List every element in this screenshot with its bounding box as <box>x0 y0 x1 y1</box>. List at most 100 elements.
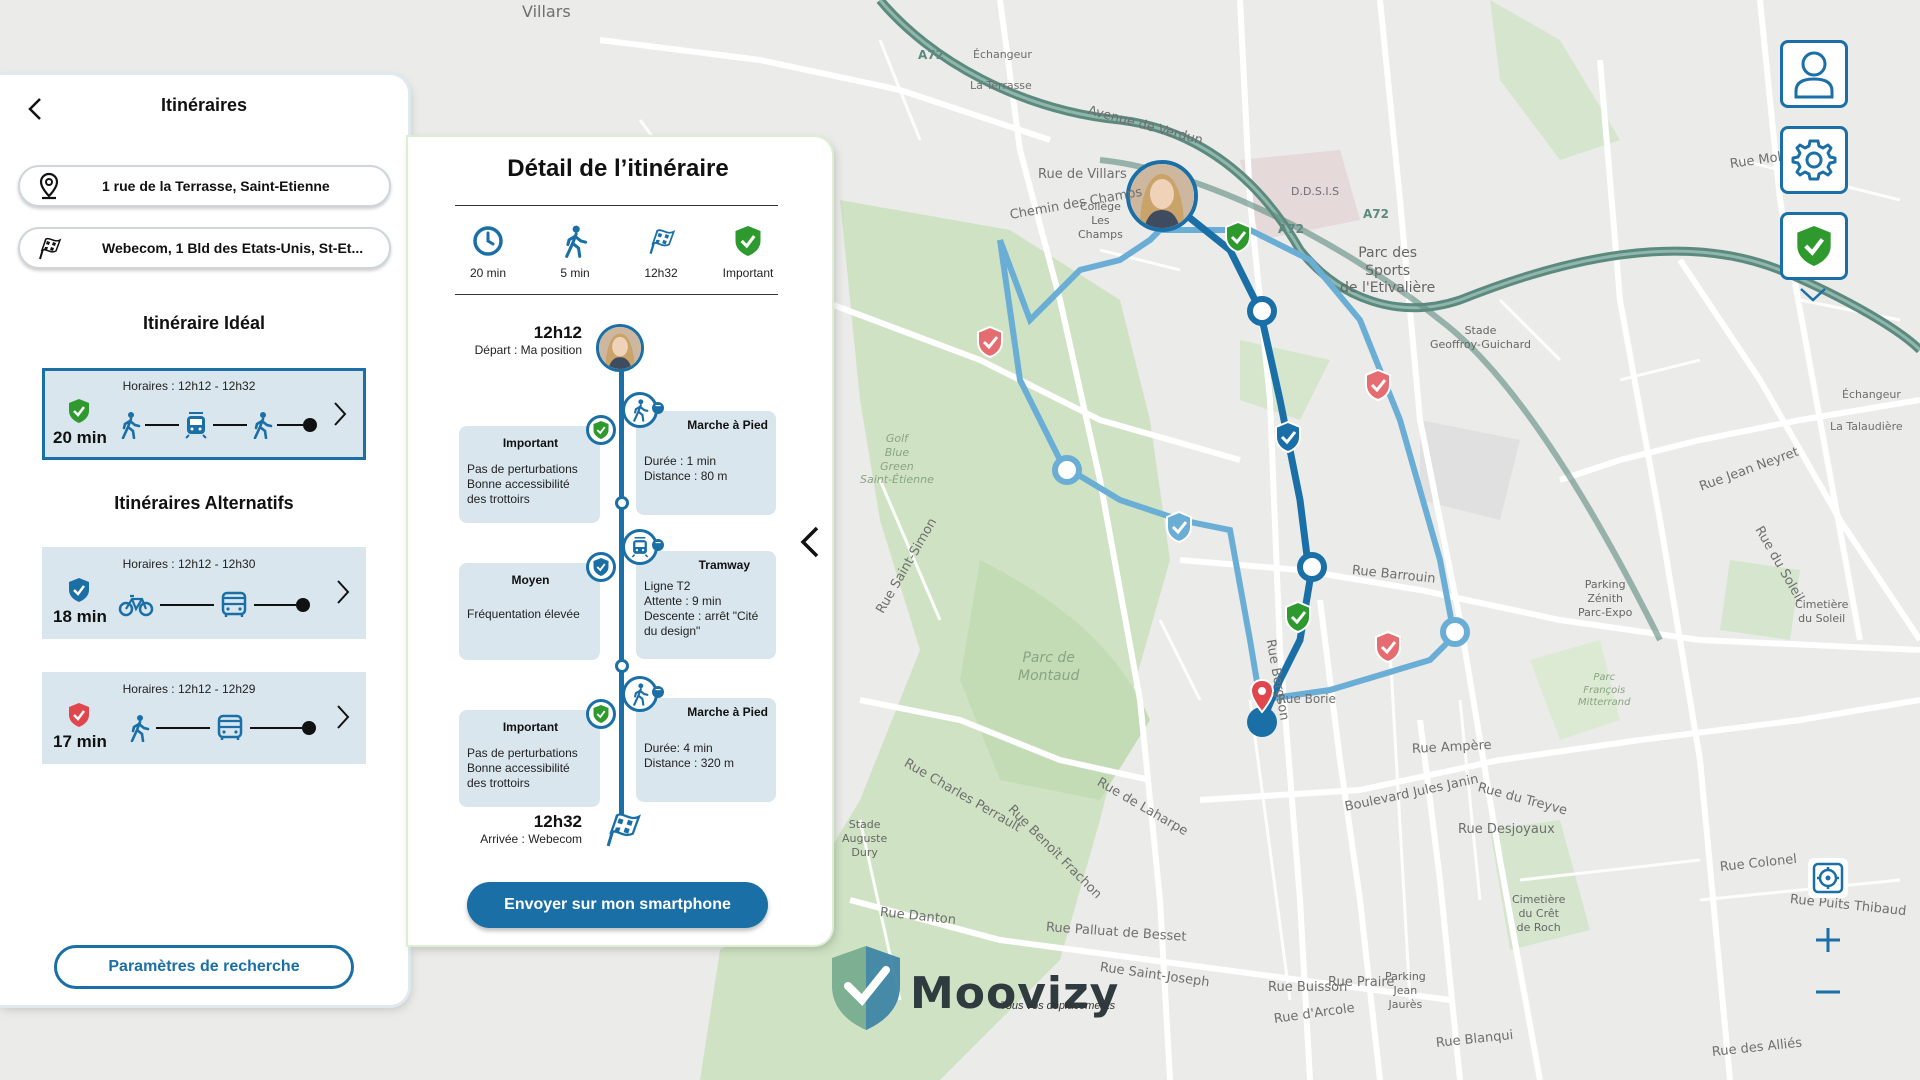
bus-icon <box>221 591 247 617</box>
timeline-node <box>615 659 629 673</box>
tram-icon <box>631 537 649 558</box>
safety-title: Important <box>502 720 559 734</box>
map-shield-danger-icon[interactable] <box>975 325 1005 359</box>
mode-card: Marche à Pied Durée : 1 min Distance : 8… <box>636 411 776 515</box>
collapse-panel-chevron-icon[interactable] <box>795 522 825 562</box>
route-modes <box>128 714 316 742</box>
shield-safe-icon <box>593 705 609 723</box>
summary-label: Important <box>722 266 774 280</box>
route-duration: 20 min <box>53 428 107 447</box>
safety-text: Fréquentation élevée <box>467 607 580 621</box>
route-node[interactable] <box>1297 552 1327 582</box>
map-label-cimetiere-soleil: Cimetière du Soleil <box>1795 598 1849 625</box>
map-label-echangeur: Échangeur <box>973 48 1032 61</box>
map-shield-danger-icon[interactable] <box>1363 368 1393 402</box>
chevron-down-icon[interactable] <box>1798 286 1828 304</box>
shield-safe-icon <box>69 399 89 423</box>
search-params-button[interactable]: Paramètres de recherche <box>54 945 354 989</box>
destination-field[interactable]: Webecom, 1 Bld des Etats-Unis, St-Et... <box>18 227 391 269</box>
end-dot <box>296 598 310 612</box>
end-dot <box>302 721 316 735</box>
gear-icon <box>1791 139 1837 181</box>
mode-card: Tramway Ligne T2 Attente : 9 min Descent… <box>636 551 776 659</box>
start-time: 12h12 <box>533 323 582 342</box>
step-safety-marker <box>586 552 616 582</box>
map-shield-danger-icon[interactable] <box>1373 630 1403 664</box>
recenter-button[interactable] <box>1808 858 1848 898</box>
route-node-alt[interactable] <box>1052 455 1082 485</box>
map-label-a72: A72 <box>1278 222 1304 236</box>
profile-button[interactable] <box>1780 40 1848 108</box>
shield-safe-icon <box>593 421 609 439</box>
minus-badge-icon: − <box>652 402 664 414</box>
safety-filter-button[interactable] <box>1780 212 1848 280</box>
map-label-stade-dury: Stade Auguste Dury <box>842 818 888 859</box>
route-duration: 17 min <box>53 732 107 751</box>
summary-label: 20 min <box>469 266 507 280</box>
map-shield-blue-icon[interactable] <box>1273 420 1303 454</box>
avatar <box>596 324 644 372</box>
send-to-phone-button[interactable]: Envoyer sur mon smartphone <box>467 882 768 928</box>
map-label-parking-jaures: Parking Jean Jaurès <box>1385 970 1426 1011</box>
shield-check-icon <box>1797 226 1831 266</box>
mode-text: Durée: 4 min Distance : 320 m <box>644 741 735 770</box>
checkered-flag-icon <box>34 233 64 263</box>
settings-button[interactable] <box>1780 126 1848 194</box>
map-label-villars: Villars <box>522 2 571 21</box>
timeline-node <box>615 496 629 510</box>
map-label-a72: A72 <box>918 48 944 62</box>
mode-text: Ligne T2 Attente : 9 min Descente : arrê… <box>644 579 759 638</box>
end-dot <box>303 418 317 432</box>
map-shield-safe-icon[interactable] <box>1283 600 1313 634</box>
map-shield-blue-icon[interactable] <box>1164 510 1194 544</box>
map-shield-safe-icon[interactable] <box>1223 220 1253 254</box>
plus-icon <box>1816 928 1840 952</box>
map-label-rue-desjoyaux: Rue Desjoyaux <box>1458 822 1555 837</box>
mode-title: Tramway <box>698 558 750 572</box>
walk-icon <box>633 399 649 422</box>
chevron-right-icon[interactable] <box>331 399 349 429</box>
user-icon <box>1794 51 1834 99</box>
end-label: Arrivée : Webecom <box>480 832 582 846</box>
map-label-parc-montaud: Parc de Montaud <box>1018 650 1080 684</box>
route-card-alt-1[interactable]: Horaires : 12h12 - 12h30 18 min <box>42 547 366 639</box>
minus-badge-icon: − <box>652 686 664 698</box>
map-label-la-talaudiere: La Talaudière <box>1830 420 1903 433</box>
avatar-portrait-icon <box>599 327 641 369</box>
destination-text: Webecom, 1 Bld des Etats-Unis, St-Et... <box>102 240 364 256</box>
route-card-ideal[interactable]: Horaires : 12h12 - 12h32 20 min <box>42 368 366 460</box>
safety-card: Moyen Fréquentation élevée <box>459 563 600 660</box>
step-safety-marker <box>586 415 616 445</box>
summary-label: 12h32 <box>644 266 678 280</box>
chevron-right-icon[interactable] <box>334 702 352 732</box>
map-label-dpsis: D.D.S.I.S <box>1291 185 1340 198</box>
route-detail-panel: Détail de l’itinéraire 20 min 5 min 12h3… <box>408 137 832 945</box>
shield-danger-icon <box>69 703 89 727</box>
map-label-stade-geoffroy: Stade Geoffroy-Guichard <box>1430 324 1531 351</box>
summary-safety: Important <box>703 222 793 280</box>
route-node-alt[interactable] <box>1440 617 1470 647</box>
summary-label: 5 min <box>560 266 590 280</box>
map-label-parc-francois: Parc François Mitterrand <box>1578 672 1631 708</box>
origin-field[interactable]: 1 rue de la Terrasse, Saint-Etienne <box>18 165 391 207</box>
mode-text: Durée : 1 min Distance : 80 m <box>644 454 728 483</box>
zoom-in-button[interactable] <box>1808 920 1848 960</box>
summary-duration: 20 min <box>443 222 533 280</box>
summary-arrival: 12h32 <box>616 222 706 280</box>
walk-icon <box>253 412 273 439</box>
map-label-a72: A72 <box>1363 207 1389 221</box>
walk-icon <box>633 683 649 706</box>
route-node[interactable] <box>1247 296 1277 326</box>
chevron-right-icon[interactable] <box>334 577 352 607</box>
location-pin-icon <box>34 171 64 201</box>
route-card-alt-2[interactable]: Horaires : 12h12 - 12h29 17 min <box>42 672 366 764</box>
clock-icon <box>473 226 503 256</box>
ideal-title: Itinéraire Idéal <box>142 313 266 333</box>
zoom-out-button[interactable] <box>1808 972 1848 1012</box>
map-label-cimetiere-cret: Cimetière du Crêt de Roch <box>1512 893 1566 934</box>
map-label-echangeur-2: Échangeur <box>1842 388 1901 401</box>
map-label-rue-villars: Rue de Villars <box>1038 167 1127 182</box>
route-modes <box>119 411 317 439</box>
mode-title: Marche à Pied <box>687 418 768 432</box>
start-label: Départ : Ma position <box>474 343 582 357</box>
